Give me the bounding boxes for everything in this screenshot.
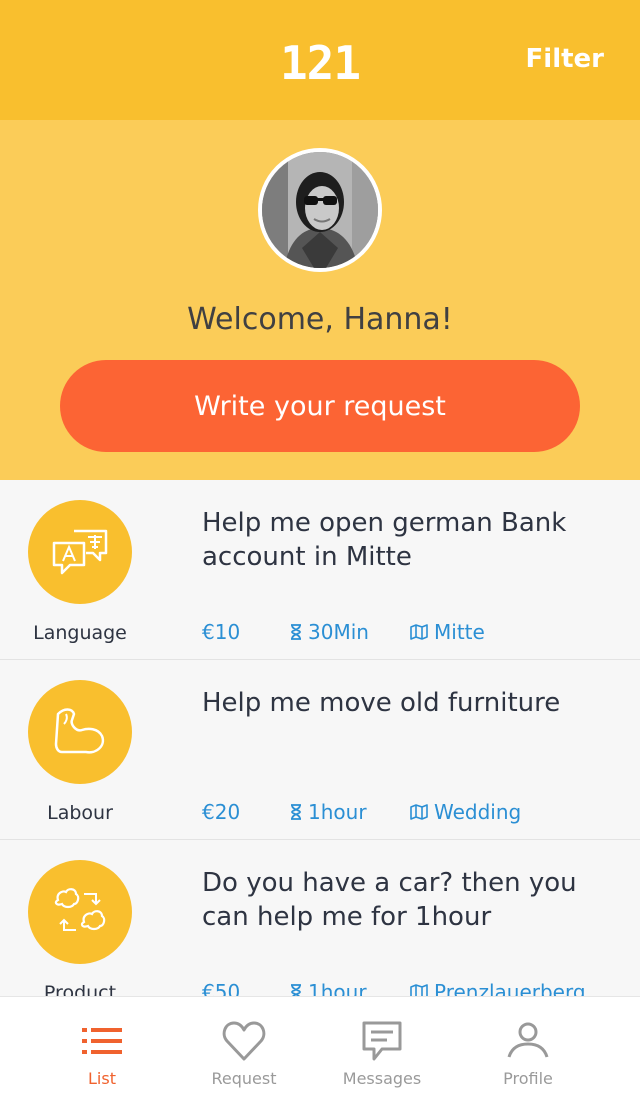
muscle-icon: [54, 708, 105, 754]
tab-label: List: [88, 1069, 116, 1088]
category-label: Product: [43, 982, 117, 996]
request-duration: 1hour: [290, 980, 367, 996]
top-bar: 121 Filter: [0, 0, 640, 120]
tab-bar: List Request Messages Profile: [0, 996, 640, 1096]
request-location: Mitte: [410, 620, 485, 644]
map-icon: [410, 984, 428, 996]
exchange-icon: [54, 888, 106, 931]
request-duration: 1hour: [290, 800, 367, 824]
tab-messages[interactable]: Messages: [302, 997, 462, 1096]
request-price: €10: [202, 620, 241, 644]
request-title: Do you have a car? then you can help me …: [202, 868, 577, 932]
request-title: Help me open german Bank account in Mitt…: [202, 508, 567, 572]
map-icon: [410, 624, 428, 640]
language-icon: [52, 529, 108, 575]
welcome-message: Welcome, Hanna!: [187, 302, 453, 337]
user-icon: [507, 1022, 549, 1058]
map-icon: [410, 804, 428, 820]
request-price: €20: [202, 800, 241, 824]
tab-profile[interactable]: Profile: [448, 997, 608, 1096]
category-label: Language: [33, 622, 127, 644]
request-location: Wedding: [410, 800, 521, 824]
hourglass-icon: [291, 624, 301, 640]
welcome-panel: Welcome, Hanna! Write your request: [0, 120, 640, 480]
filter-button[interactable]: Filter: [526, 44, 604, 74]
list-icon: [82, 1028, 122, 1054]
tab-label: Profile: [503, 1069, 553, 1088]
tab-list[interactable]: List: [22, 997, 182, 1096]
hourglass-icon: [291, 984, 301, 996]
avatar[interactable]: [258, 148, 382, 272]
request-duration: 30Min: [290, 620, 369, 644]
tab-label: Messages: [342, 1069, 422, 1088]
request-price: €50: [202, 980, 241, 996]
request-list: Language Help me open german Bank accoun…: [0, 480, 640, 996]
hourglass-icon: [291, 804, 301, 820]
category-badge-product: [28, 860, 132, 964]
avatar-photo: [262, 152, 378, 268]
category-badge-labour: [28, 680, 132, 784]
write-request-button[interactable]: Write your request: [60, 360, 580, 452]
category-badge-language: [28, 500, 132, 604]
request-row[interactable]: Product Do you have a car? then you can …: [0, 840, 640, 996]
request-location: Prenzlauerberg: [410, 980, 586, 996]
chat-icon: [362, 1021, 402, 1061]
category-label: Labour: [47, 802, 113, 824]
tab-request[interactable]: Request: [164, 997, 324, 1096]
heart-icon: [222, 1021, 266, 1061]
request-title: Help me move old furniture: [202, 688, 561, 718]
request-row[interactable]: Language Help me open german Bank accoun…: [0, 480, 640, 660]
tab-label: Request: [211, 1069, 277, 1088]
request-row[interactable]: Labour Help me move old furniture €20 1h…: [0, 660, 640, 840]
